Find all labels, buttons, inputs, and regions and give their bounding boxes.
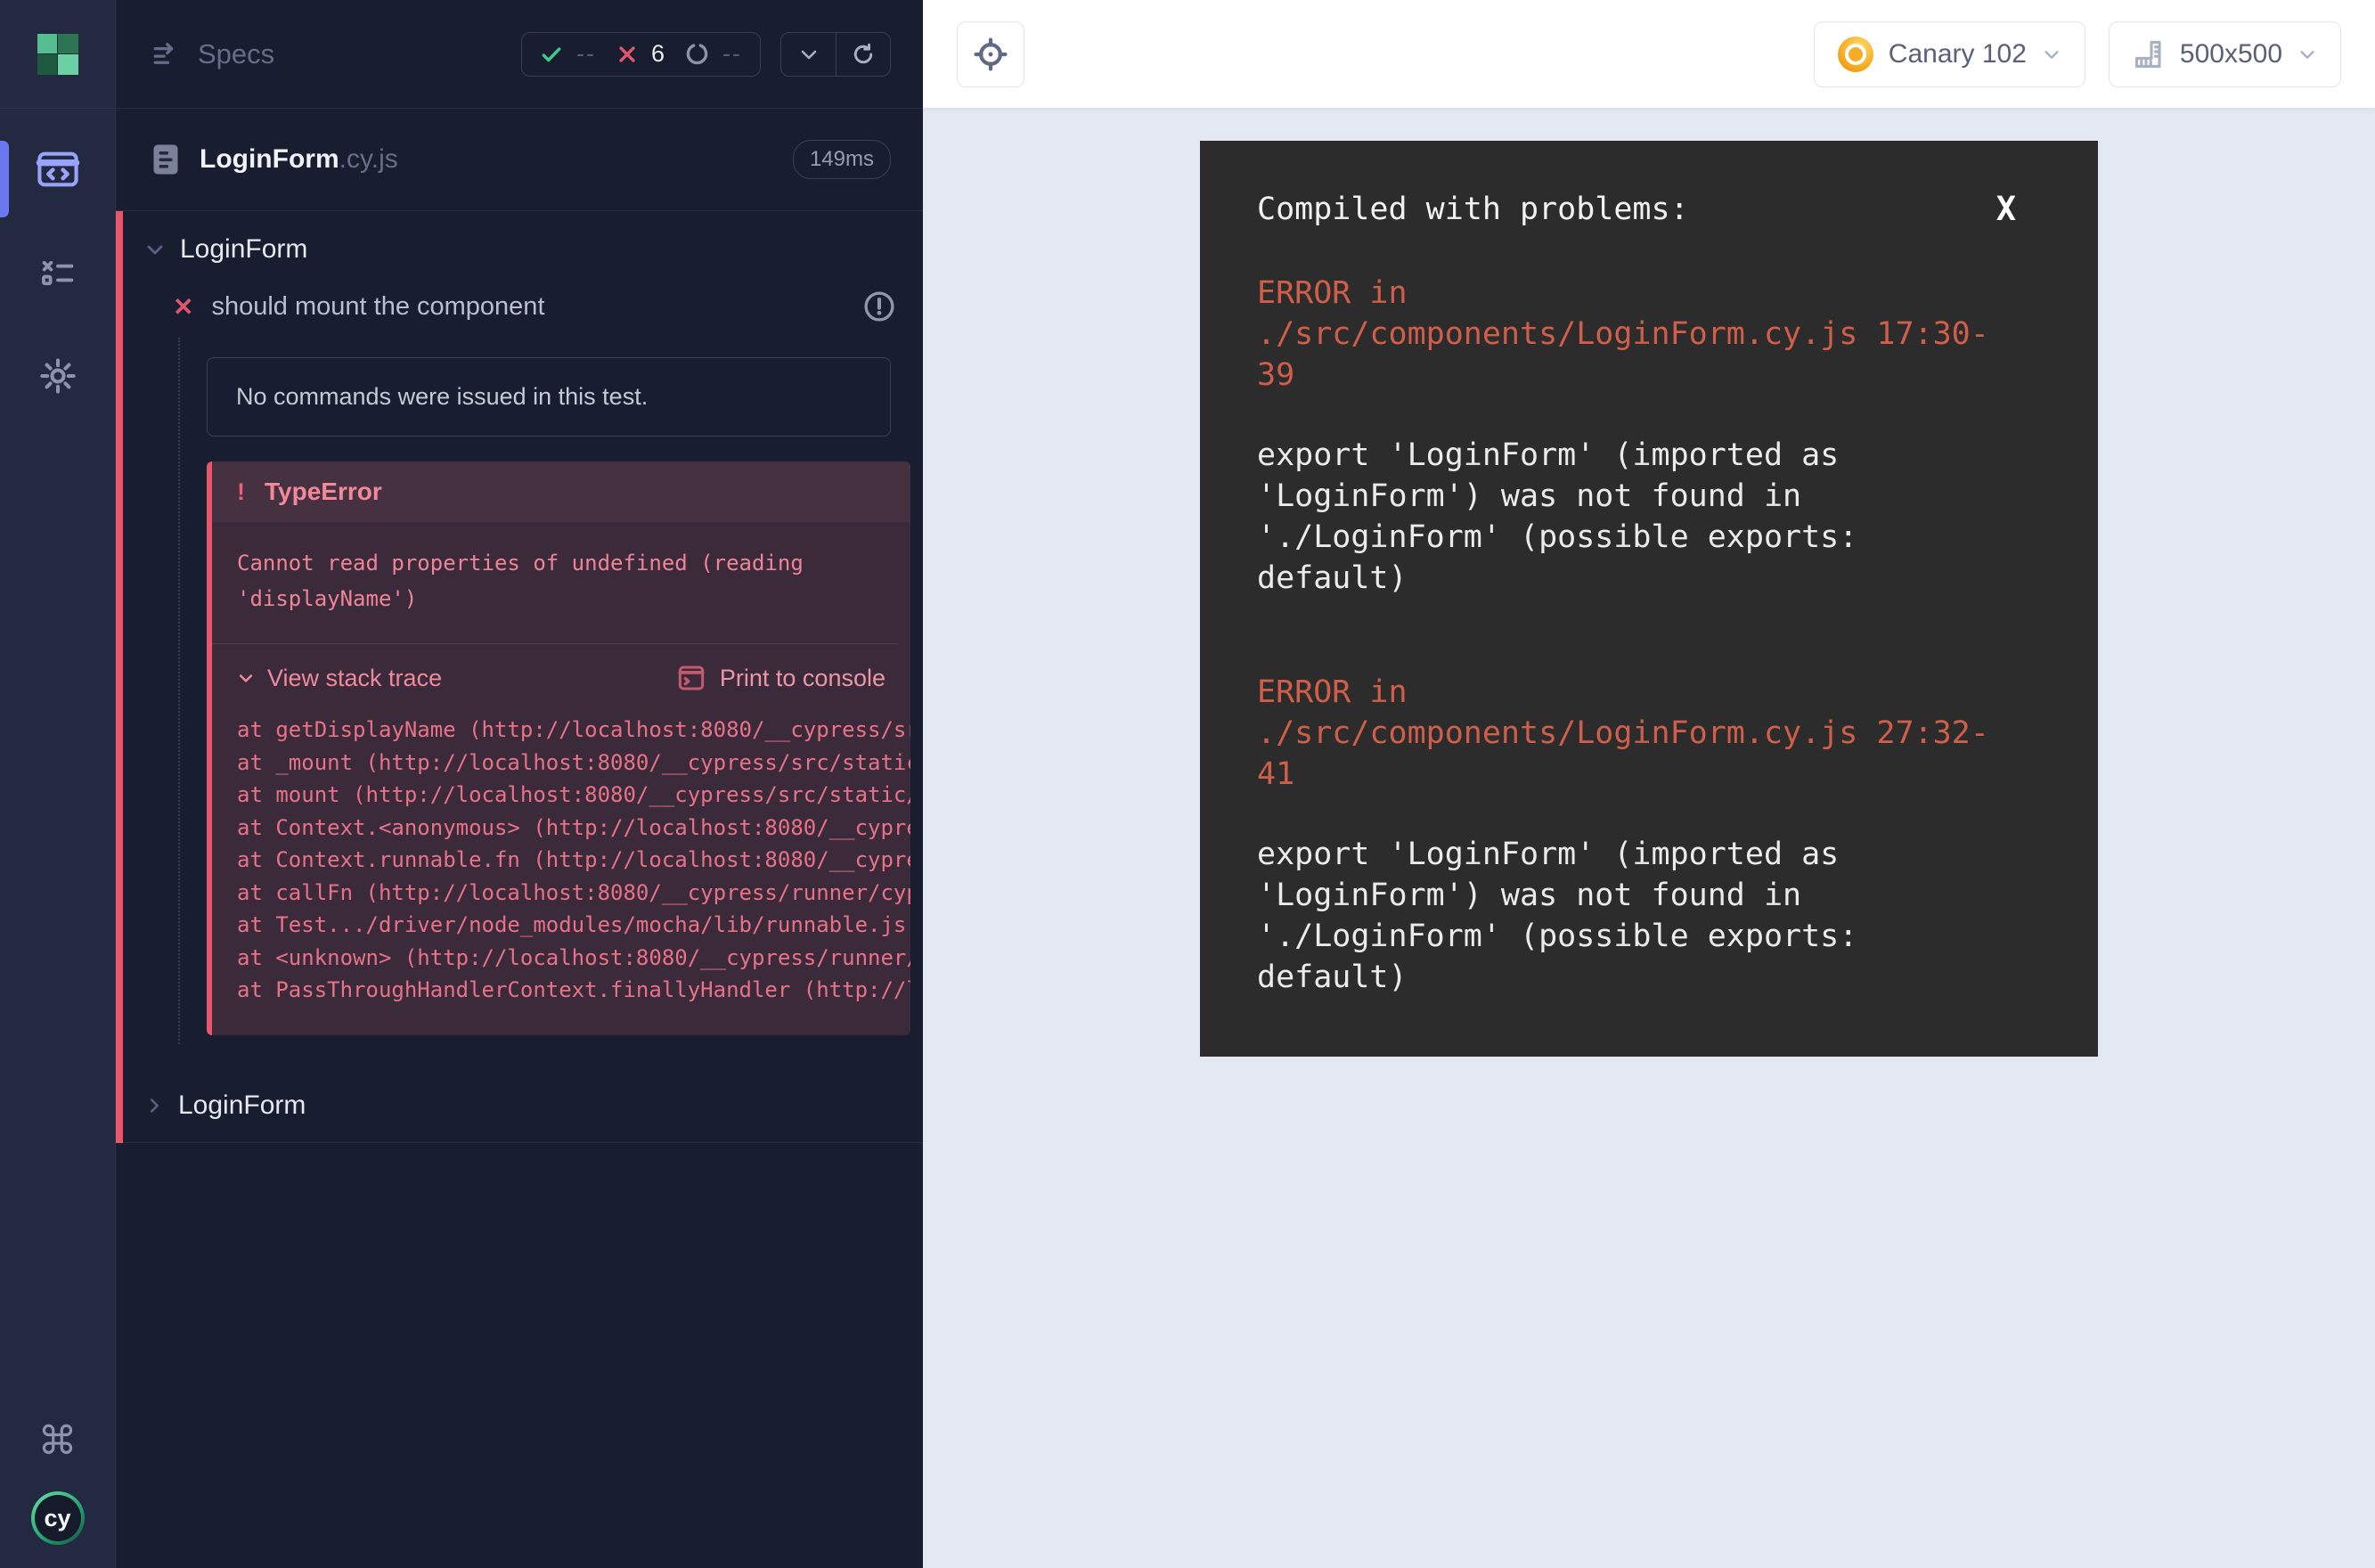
stack-trace-line[interactable]: at mount (http://localhost:8080/__cypres…: [237, 779, 910, 812]
rerun-tests-button[interactable]: [836, 33, 890, 76]
suite-title: LoginForm: [178, 1090, 306, 1121]
terminal-icon: [677, 664, 706, 692]
stack-trace-line[interactable]: at PassThroughHandlerContext.finallyHand…: [237, 974, 910, 1007]
test-error-box: ! TypeError Cannot read properties of un…: [207, 461, 910, 1035]
selector-playground-button[interactable]: [957, 21, 1024, 87]
compile-error-heading: ERROR in ./src/components/LoginForm.cy.j…: [1257, 273, 2016, 396]
chevron-right-icon: [144, 1096, 164, 1115]
overlay-titlebar: Compiled with problems: X: [1257, 189, 2016, 230]
no-commands-message: No commands were issued in this test.: [207, 357, 891, 437]
suite-title: LoginForm: [180, 234, 307, 265]
stack-trace-line[interactable]: at callFn (http://localhost:8080/__cypre…: [237, 877, 910, 910]
compile-error-block: ERROR in ./src/components/LoginForm.cy.j…: [1257, 273, 2016, 599]
stack-trace-list: at getDisplayName (http://localhost:8080…: [212, 708, 910, 1035]
stage-topbar-right: Canary 102 500x500: [1814, 21, 2341, 87]
stack-trace-line[interactable]: at Test.../driver/node_modules/mocha/lib…: [237, 909, 910, 942]
nav-test-list[interactable]: [31, 246, 85, 299]
stack-trace-line[interactable]: at getDisplayName (http://localhost:8080…: [237, 714, 910, 747]
chevron-down-icon: [144, 239, 166, 260]
test-title: should mount the component: [211, 292, 544, 322]
spec-file-name: LoginForm.cy.js: [200, 144, 398, 175]
error-bang-icon: !: [237, 478, 245, 506]
app-sidebar: ⌘ cy: [0, 0, 116, 1568]
error-message: Cannot read properties of undefined (rea…: [212, 522, 898, 644]
stack-trace-line[interactable]: at _mount (http://localhost:8080/__cypre…: [237, 747, 910, 780]
stack-trace-line[interactable]: at <unknown> (http://localhost:8080/__cy…: [237, 942, 910, 975]
compile-error-block: ERROR in ./src/components/LoginForm.cy.j…: [1257, 672, 2016, 998]
browser-label: Canary 102: [1889, 39, 2027, 69]
webpack-error-overlay: Compiled with problems: X ERROR in ./src…: [1200, 141, 2098, 1057]
test-list-icon: [37, 252, 78, 293]
cypress-squares-icon: [37, 34, 78, 75]
stage: Canary 102 500x500: [923, 0, 2375, 1568]
collapse-all-button[interactable]: [781, 33, 836, 76]
alert-circle-icon[interactable]: [862, 290, 896, 323]
x-icon: [616, 44, 638, 65]
running-arc-icon: [685, 42, 709, 66]
chevron-down-icon: [237, 669, 255, 687]
view-stack-trace-toggle[interactable]: View stack trace: [237, 665, 442, 692]
chevron-down-icon: [2042, 45, 2061, 64]
specs-menu-button[interactable]: Specs: [151, 38, 274, 70]
active-nav-indicator: [0, 141, 9, 217]
chevron-down-icon: [798, 44, 820, 65]
specs-arrow-icon: [151, 39, 182, 69]
ruler-icon: [2133, 38, 2165, 70]
code-window-icon: [35, 146, 81, 192]
error-name: TypeError: [265, 478, 382, 506]
compile-error-body: export 'LoginForm' (imported as 'LoginFo…: [1257, 435, 2016, 599]
suite-row-loginform-collapsed[interactable]: LoginForm: [123, 1071, 923, 1143]
compile-error-heading: ERROR in ./src/components/LoginForm.cy.j…: [1257, 672, 2016, 795]
stack-trace-line[interactable]: at Context.<anonymous> (http://localhost…: [237, 812, 910, 845]
reporter-panel: Specs -- 6 --: [116, 0, 923, 1568]
suite-row-loginform[interactable]: LoginForm: [123, 211, 923, 277]
refresh-icon: [851, 42, 876, 67]
chrome-canary-icon: [1838, 37, 1873, 72]
pending-count: --: [722, 40, 742, 68]
overlay-title: Compiled with problems:: [1257, 189, 1689, 230]
crosshair-icon: [972, 36, 1009, 73]
spec-file-row[interactable]: LoginForm.cy.js 149ms: [116, 109, 923, 211]
test-stats[interactable]: -- 6 --: [521, 32, 761, 77]
viewport-label: 500x500: [2180, 39, 2282, 69]
sidebar-bottom: ⌘ cy: [0, 1422, 115, 1568]
check-icon: [540, 43, 563, 66]
browser-select-dropdown[interactable]: Canary 102: [1814, 21, 2085, 87]
failed-suite-block: LoginForm ✕ should mount the component N…: [116, 211, 923, 1143]
nav-settings[interactable]: [31, 349, 85, 403]
test-fail-x-icon: ✕: [173, 292, 193, 322]
cypress-logo[interactable]: [0, 0, 115, 109]
print-to-console-button[interactable]: Print to console: [677, 664, 886, 692]
close-icon[interactable]: X: [1996, 189, 2016, 230]
error-header: ! TypeError: [212, 461, 910, 522]
error-controls: View stack trace Print to console: [212, 644, 910, 708]
aut-viewport: Compiled with problems: X ERROR in ./src…: [923, 109, 2375, 1568]
sidebar-nav: [0, 109, 115, 403]
viewport-size-dropdown[interactable]: 500x500: [2109, 21, 2341, 87]
specs-title: Specs: [198, 38, 274, 70]
stage-topbar: Canary 102 500x500: [923, 0, 2375, 109]
reporter-header-buttons: [780, 32, 891, 77]
document-icon: [151, 143, 180, 176]
keyboard-shortcuts-icon[interactable]: ⌘: [38, 1422, 78, 1461]
passed-count: --: [576, 40, 596, 68]
failed-count: 6: [651, 40, 665, 68]
reporter-header: Specs -- 6 --: [116, 0, 923, 109]
spec-duration-badge: 149ms: [793, 140, 891, 179]
failed-test-row[interactable]: ✕ should mount the component: [123, 277, 923, 338]
stack-trace-line[interactable]: at Context.runnable.fn (http://localhost…: [237, 844, 910, 877]
compile-error-body: export 'LoginForm' (imported as 'LoginFo…: [1257, 834, 2016, 998]
cypress-cy-badge[interactable]: cy: [31, 1491, 85, 1545]
nav-specs-runner[interactable]: [31, 143, 85, 196]
chevron-down-icon: [2297, 45, 2317, 64]
settings-gear-icon: [37, 355, 78, 396]
test-body: No commands were issued in this test. ! …: [178, 338, 923, 1044]
